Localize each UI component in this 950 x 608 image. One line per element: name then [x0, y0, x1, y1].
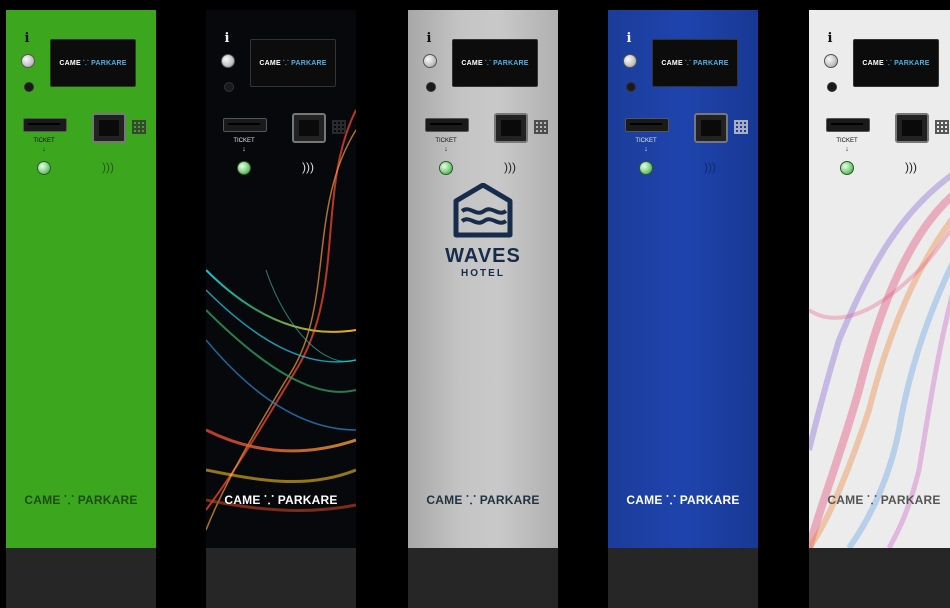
- arrow-down-icon: ↓: [644, 146, 648, 153]
- brand-logo: CAME ⸪ PARKARE: [426, 493, 540, 507]
- ticket-button[interactable]: [237, 161, 251, 175]
- ticket-label: TICKET: [233, 138, 255, 144]
- display-screen: CAME ⸪ PARKARE: [452, 39, 538, 87]
- intercom-button[interactable]: [24, 82, 34, 92]
- intercom-button[interactable]: [224, 82, 234, 92]
- help-button[interactable]: [824, 54, 838, 68]
- arrow-down-icon: ↓: [42, 146, 46, 153]
- nfc-icon: ))): [102, 160, 114, 174]
- ticket-button[interactable]: [840, 161, 854, 175]
- brand-logo: CAME ⸪ PARKARE: [626, 493, 740, 507]
- arrow-down-icon: ↓: [444, 146, 448, 153]
- display-screen: CAME ⸪ PARKARE: [250, 39, 336, 87]
- screen-logo: CAME ⸪ PARKARE: [259, 59, 327, 67]
- ticket-slot[interactable]: [425, 118, 469, 132]
- card-reader[interactable]: [895, 113, 929, 143]
- ticket-label: TICKET: [635, 138, 657, 144]
- waves-hotel-title: WAVES: [445, 245, 521, 267]
- ticket-label: TICKET: [33, 138, 55, 144]
- info-icon: i: [426, 31, 432, 46]
- display-screen: CAME ⸪ PARKARE: [853, 39, 939, 87]
- kiosk-base: [408, 548, 558, 608]
- nfc-icon: ))): [905, 160, 917, 174]
- nfc-icon: ))): [704, 160, 716, 174]
- qr-code-icon: [935, 120, 949, 134]
- ticket-label: TICKET: [435, 138, 457, 144]
- waves-hotel-subtitle: HOTEL: [461, 268, 505, 279]
- nfc-icon: ))): [302, 160, 314, 174]
- ticket-button[interactable]: [439, 161, 453, 175]
- kiosk-white: i CAME ⸪ PARKARE TICKET ↓ ))) CAME ⸪ PAR…: [809, 10, 950, 608]
- brand-logo: CAME ⸪ PARKARE: [827, 493, 941, 507]
- help-button[interactable]: [623, 54, 637, 68]
- waves-hotel-logo: WAVES HOTEL: [428, 183, 538, 293]
- card-reader[interactable]: [494, 113, 528, 143]
- kiosk-panel: i CAME ⸪ PARKARE TICKET ↓ ))) CAME ⸪ PAR…: [6, 10, 156, 548]
- kiosk-dark: i CAME ⸪ PARKARE TICKET ↓ ))) CAME ⸪ PAR…: [206, 10, 356, 608]
- qr-code-icon: [132, 120, 146, 134]
- ticket-slot[interactable]: [23, 118, 67, 132]
- house-waves-icon: [453, 183, 513, 238]
- kiosk-panel: i CAME ⸪ PARKARE TICKET ↓ ))) WAVES HOTE…: [408, 10, 558, 548]
- info-icon: i: [626, 31, 632, 46]
- help-button[interactable]: [221, 54, 235, 68]
- kiosk-green: i CAME ⸪ PARKARE TICKET ↓ ))) CAME ⸪ PAR…: [6, 10, 156, 608]
- kiosk-panel: i CAME ⸪ PARKARE TICKET ↓ ))) CAME ⸪ PAR…: [206, 10, 356, 548]
- ticket-label: TICKET: [836, 138, 858, 144]
- ticket-slot[interactable]: [826, 118, 870, 132]
- card-reader[interactable]: [694, 113, 728, 143]
- ticket-button[interactable]: [639, 161, 653, 175]
- help-button[interactable]: [21, 54, 35, 68]
- card-reader[interactable]: [92, 113, 126, 143]
- intercom-button[interactable]: [827, 82, 837, 92]
- display-screen: CAME ⸪ PARKARE: [652, 39, 738, 87]
- intercom-button[interactable]: [426, 82, 436, 92]
- arrow-down-icon: ↓: [845, 146, 849, 153]
- screen-logo: CAME ⸪ PARKARE: [59, 59, 127, 67]
- arrow-down-icon: ↓: [242, 146, 246, 153]
- display-screen: CAME ⸪ PARKARE: [50, 39, 136, 87]
- card-reader[interactable]: [292, 113, 326, 143]
- kiosk-panel: i CAME ⸪ PARKARE TICKET ↓ ))) CAME ⸪ PAR…: [608, 10, 758, 548]
- ticket-slot[interactable]: [625, 118, 669, 132]
- screen-logo: CAME ⸪ PARKARE: [661, 59, 729, 67]
- info-icon: i: [24, 31, 30, 46]
- kiosk-base: [608, 548, 758, 608]
- screen-logo: CAME ⸪ PARKARE: [862, 59, 930, 67]
- kiosk-base: [809, 548, 950, 608]
- kiosk-base: [6, 548, 156, 608]
- nfc-icon: ))): [504, 160, 516, 174]
- ticket-button[interactable]: [37, 161, 51, 175]
- kiosk-panel: i CAME ⸪ PARKARE TICKET ↓ ))) CAME ⸪ PAR…: [809, 10, 950, 548]
- qr-code-icon: [534, 120, 548, 134]
- intercom-button[interactable]: [626, 82, 636, 92]
- qr-code-icon: [734, 120, 748, 134]
- kiosk-base: [206, 548, 356, 608]
- info-icon: i: [827, 31, 833, 46]
- info-icon: i: [224, 31, 230, 46]
- help-button[interactable]: [423, 54, 437, 68]
- qr-code-icon: [332, 120, 346, 134]
- kiosk-blue: i CAME ⸪ PARKARE TICKET ↓ ))) CAME ⸪ PAR…: [608, 10, 758, 608]
- brand-logo: CAME ⸪ PARKARE: [224, 493, 338, 507]
- brand-logo: CAME ⸪ PARKARE: [24, 493, 138, 507]
- kiosk-silver: i CAME ⸪ PARKARE TICKET ↓ ))) WAVES HOTE…: [408, 10, 558, 608]
- ticket-slot[interactable]: [223, 118, 267, 132]
- screen-logo: CAME ⸪ PARKARE: [461, 59, 529, 67]
